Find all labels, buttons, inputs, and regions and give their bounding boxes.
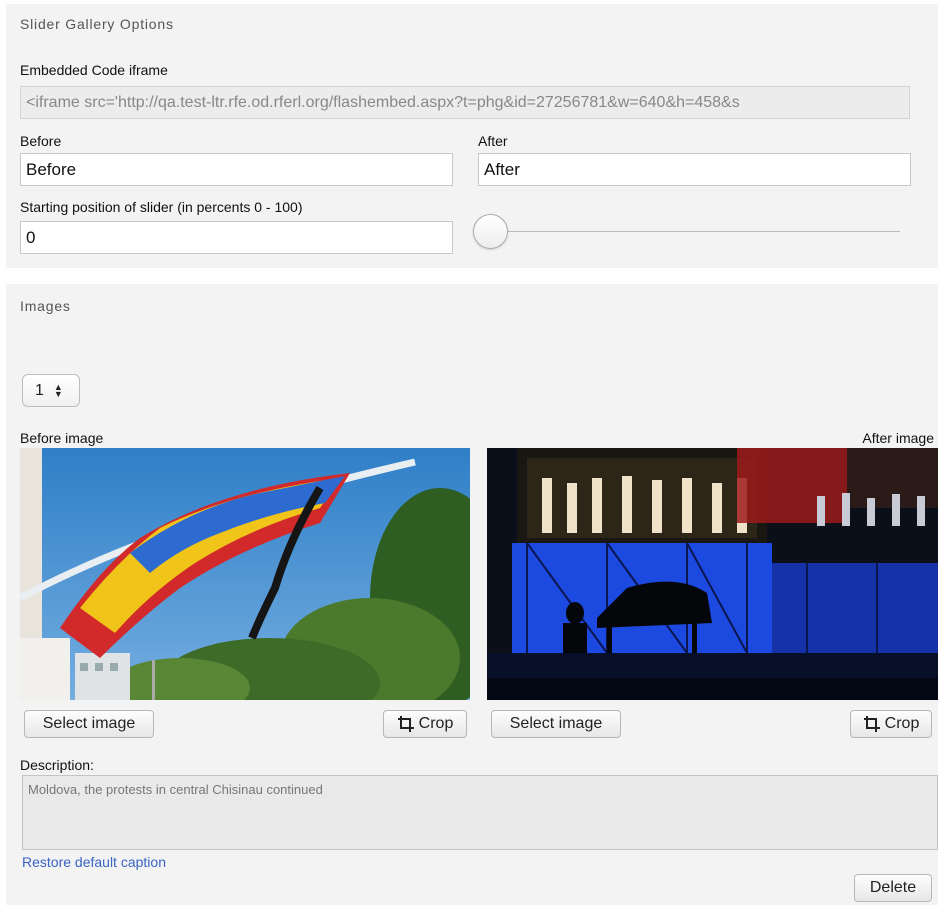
before-crop-label: Crop bbox=[418, 715, 454, 732]
after-select-image-label: Select image bbox=[509, 715, 603, 732]
after-label: After bbox=[478, 133, 508, 149]
section-title-slider-options: Slider Gallery Options bbox=[20, 16, 174, 32]
after-crop-button[interactable]: Crop bbox=[850, 710, 932, 738]
delete-button[interactable]: Delete bbox=[854, 874, 932, 902]
before-label: Before bbox=[20, 133, 62, 149]
restore-default-caption-link[interactable]: Restore default caption bbox=[22, 854, 166, 870]
section-title-images: Images bbox=[20, 298, 71, 314]
after-image-preview bbox=[487, 448, 938, 700]
after-select-image-button[interactable]: Select image bbox=[491, 710, 621, 738]
after-image-label: After image bbox=[862, 430, 934, 446]
starting-position-input[interactable] bbox=[20, 221, 453, 254]
crop-icon bbox=[397, 716, 414, 732]
crop-icon bbox=[863, 716, 880, 732]
updown-arrows-icon: ▲ ▼ bbox=[53, 381, 63, 399]
image-index-value: 1 bbox=[35, 381, 44, 399]
after-input[interactable] bbox=[478, 153, 911, 186]
description-textarea[interactable]: Moldova, the protests in central Chisina… bbox=[22, 775, 938, 850]
description-label: Description: bbox=[20, 757, 94, 773]
before-crop-button[interactable]: Crop bbox=[383, 710, 467, 738]
slider-handle[interactable] bbox=[473, 214, 508, 249]
slider-track[interactable] bbox=[490, 231, 900, 232]
slider-gallery-options-panel: Slider Gallery Options Embedded Code ifr… bbox=[6, 4, 938, 268]
images-panel: Images 1 ▲ ▼ Before image After image Se… bbox=[6, 284, 938, 905]
before-input[interactable] bbox=[20, 153, 453, 186]
image-index-select[interactable]: 1 ▲ ▼ bbox=[22, 374, 80, 407]
after-crop-label: Crop bbox=[884, 715, 920, 732]
before-image-label: Before image bbox=[20, 430, 104, 446]
starting-position-label: Starting position of slider (in percents… bbox=[20, 199, 303, 215]
before-image-preview bbox=[20, 448, 470, 700]
before-select-image-button[interactable]: Select image bbox=[24, 710, 154, 738]
concert-photo bbox=[487, 448, 938, 700]
flag-photo bbox=[20, 448, 470, 700]
embed-code-label: Embedded Code iframe bbox=[20, 62, 168, 78]
delete-label: Delete bbox=[869, 879, 917, 896]
embed-code-field[interactable]: <iframe src='http://qa.test-ltr.rfe.od.r… bbox=[20, 86, 910, 119]
before-select-image-label: Select image bbox=[42, 715, 136, 732]
